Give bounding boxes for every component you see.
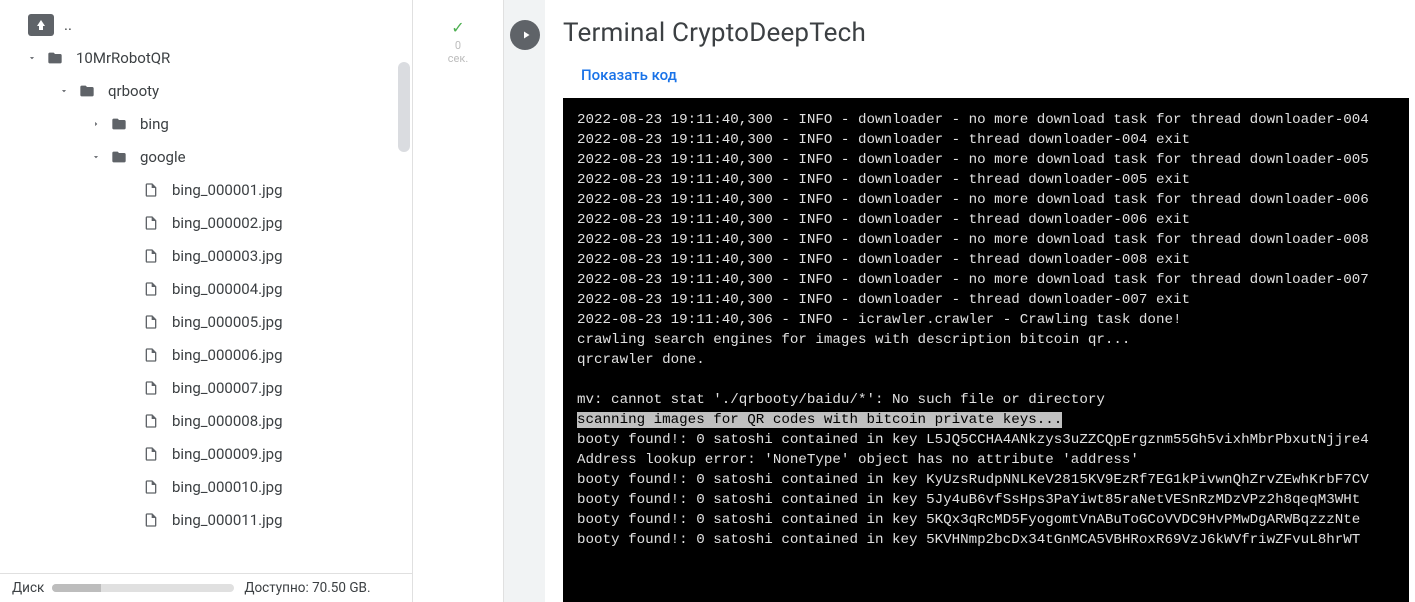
tree-item-file[interactable]: bing_000008.jpg (0, 404, 412, 437)
file-browser-sidebar: .. 10MrRobotQR qrbooty bing google bing_0000… (0, 0, 413, 602)
terminal-line: Address lookup error: 'NoneType' object … (577, 450, 1395, 470)
tree-item-label: bing_000008.jpg (172, 412, 283, 430)
file-icon (140, 509, 162, 531)
terminal-line: crawling search engines for images with … (577, 330, 1395, 350)
terminal-line: 2022-08-23 19:11:40,300 - INFO - downloa… (577, 190, 1395, 210)
play-icon (520, 29, 532, 41)
folder-icon (108, 113, 130, 135)
terminal-line: 2022-08-23 19:11:40,300 - INFO - downloa… (577, 270, 1395, 290)
tree-item-label: bing_000005.jpg (172, 313, 283, 331)
terminal-line: 2022-08-23 19:11:40,300 - INFO - downloa… (577, 210, 1395, 230)
tree-item-label: bing_000004.jpg (172, 280, 283, 298)
file-icon (140, 245, 162, 267)
terminal-line: booty found!: 0 satoshi contained in key… (577, 490, 1395, 510)
disk-label: Диск (12, 580, 44, 596)
tree-item-label: bing_000009.jpg (172, 445, 283, 463)
tree-item-folder[interactable]: qrbooty (0, 74, 412, 107)
file-tree[interactable]: .. 10MrRobotQR qrbooty bing google bing_0000… (0, 0, 412, 573)
exec-seconds-value: 0 (448, 39, 468, 52)
terminal-line: booty found!: 0 satoshi contained in key… (577, 530, 1395, 550)
caret-icon[interactable] (86, 147, 106, 167)
file-icon (140, 344, 162, 366)
tree-item-file[interactable]: bing_000009.jpg (0, 437, 412, 470)
file-icon (140, 476, 162, 498)
page-title: Terminal CryptoDeepTech (563, 18, 1409, 48)
file-icon (140, 179, 162, 201)
tree-item-file[interactable]: bing_000003.jpg (0, 239, 412, 272)
tree-item-file[interactable]: bing_000007.jpg (0, 371, 412, 404)
folder-icon (108, 146, 130, 168)
terminal-output[interactable]: 2022-08-23 19:11:40,300 - INFO - downloa… (563, 98, 1409, 602)
folder-up-icon (28, 14, 54, 36)
main-area: ✓ 0 сек. Terminal CryptoDeepTech Показат… (413, 0, 1415, 602)
tree-item-label: bing_000003.jpg (172, 247, 283, 265)
terminal-line: 2022-08-23 19:11:40,306 - INFO - icrawle… (577, 310, 1395, 330)
terminal-line: 2022-08-23 19:11:40,300 - INFO - downloa… (577, 170, 1395, 190)
terminal-line: scanning images for QR codes with bitcoi… (577, 410, 1395, 430)
file-icon (140, 377, 162, 399)
disk-meter (52, 584, 234, 592)
disk-usage-bar: Диск Доступно: 70.50 GB. (0, 573, 412, 602)
tree-item-file[interactable]: bing_000001.jpg (0, 173, 412, 206)
tree-item-file[interactable]: bing_000006.jpg (0, 338, 412, 371)
file-icon (140, 443, 162, 465)
caret-icon[interactable] (54, 81, 74, 101)
tree-item-file[interactable]: bing_000010.jpg (0, 470, 412, 503)
tree-item-label: bing_000007.jpg (172, 379, 283, 397)
cell-content: Terminal CryptoDeepTech Показать код 202… (545, 0, 1415, 602)
run-cell-button[interactable] (510, 20, 540, 50)
caret-icon[interactable] (22, 48, 42, 68)
tree-item-folder[interactable]: google (0, 140, 412, 173)
tree-item-label: bing (140, 115, 169, 133)
tree-label-up: .. (64, 16, 72, 34)
tree-item-label: bing_000002.jpg (172, 214, 283, 232)
tree-item-label: qrbooty (108, 82, 159, 100)
folder-icon (44, 47, 66, 69)
terminal-line: booty found!: 0 satoshi contained in key… (577, 510, 1395, 530)
check-icon: ✓ (451, 18, 464, 37)
terminal-line: mv: cannot stat './qrbooty/baidu/*': No … (577, 390, 1395, 410)
tree-item-file[interactable]: bing_000005.jpg (0, 305, 412, 338)
tree-item-file[interactable]: bing_000002.jpg (0, 206, 412, 239)
tree-item-folder[interactable]: bing (0, 107, 412, 140)
tree-item-label: bing_000010.jpg (172, 478, 283, 496)
disk-meter-fill (52, 584, 101, 592)
execution-gutter: ✓ 0 сек. (413, 0, 503, 602)
tree-scrollbar[interactable] (398, 62, 410, 152)
exec-seconds-unit: сек. (448, 52, 468, 65)
tree-item-file[interactable]: bing_000011.jpg (0, 503, 412, 536)
file-icon (140, 311, 162, 333)
terminal-line: 2022-08-23 19:11:40,300 - INFO - downloa… (577, 130, 1395, 150)
tree-item-up[interactable]: .. (0, 8, 412, 41)
tree-item-folder[interactable]: 10MrRobotQR (0, 41, 412, 74)
cell-gutter (503, 0, 545, 602)
file-icon (140, 278, 162, 300)
terminal-line (577, 370, 1395, 390)
caret-icon[interactable] (86, 114, 106, 134)
terminal-line: booty found!: 0 satoshi contained in key… (577, 470, 1395, 490)
terminal-line: qrcrawler done. (577, 350, 1395, 370)
tree-item-label: google (140, 148, 186, 166)
file-icon (140, 212, 162, 234)
terminal-line: 2022-08-23 19:11:40,300 - INFO - downloa… (577, 290, 1395, 310)
terminal-line: 2022-08-23 19:11:40,300 - INFO - downloa… (577, 230, 1395, 250)
tree-item-file[interactable]: bing_000004.jpg (0, 272, 412, 305)
disk-available-text: Доступно: 70.50 GB. (244, 580, 370, 596)
terminal-line: 2022-08-23 19:11:40,300 - INFO - downloa… (577, 150, 1395, 170)
tree-item-label: bing_000011.jpg (172, 511, 283, 529)
file-icon (140, 410, 162, 432)
terminal-line: 2022-08-23 19:11:40,300 - INFO - downloa… (577, 110, 1395, 130)
tree-item-label: bing_000001.jpg (172, 181, 283, 199)
folder-icon (76, 80, 98, 102)
show-code-link[interactable]: Показать код (581, 66, 1409, 84)
terminal-line: booty found!: 0 satoshi contained in key… (577, 430, 1395, 450)
terminal-line: 2022-08-23 19:11:40,300 - INFO - downloa… (577, 250, 1395, 270)
tree-item-label: 10MrRobotQR (76, 49, 170, 67)
tree-item-label: bing_000006.jpg (172, 346, 283, 364)
